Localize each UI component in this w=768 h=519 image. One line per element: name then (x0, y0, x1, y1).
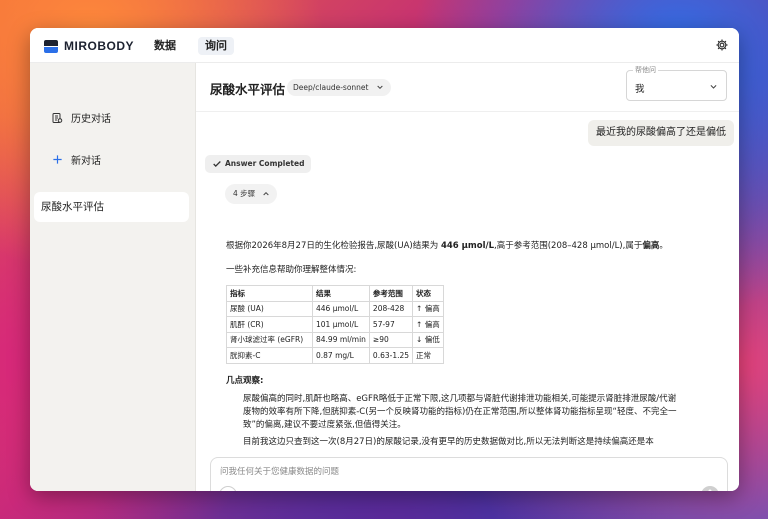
history-icon (50, 111, 64, 125)
check-icon (213, 161, 221, 167)
status-badge-label: Answer Completed (225, 159, 305, 168)
table-cell: 446 µmol/L (312, 300, 370, 317)
table-cell: 正常 (412, 347, 444, 364)
table-header: 指标 (226, 285, 313, 302)
model-name: Deep/claude-sonnet (293, 83, 369, 92)
table-cell: ↑ 偏高 (412, 300, 444, 317)
table-cell: 肌酐 (CR) (226, 316, 313, 333)
user-message: 最近我的尿酸偏高了还是偏低 (588, 120, 734, 146)
logo-mark-icon (44, 39, 58, 53)
observations-title: 几点观察: (226, 376, 264, 386)
send-button[interactable] (701, 486, 719, 491)
table-cell: 0.63-1.25 (368, 347, 414, 364)
table-row: 肾小球滤过率 (eGFR) 84.99 ml/min ≥90 ↓ 偏低 (226, 331, 444, 348)
answer-intro-verdict: 偏高 (642, 241, 660, 251)
sidebar: 历史对话 新对话 尿酸水平评估 (30, 63, 196, 491)
plus-icon (50, 153, 64, 167)
table-row: 胱抑素-C 0.87 mg/L 0.63-1.25 正常 (226, 347, 444, 364)
table-cell: ↑ 偏高 (412, 316, 444, 333)
nav-ask[interactable]: 询问 (198, 37, 234, 55)
observation-paragraph: 尿酸偏高的同时,肌酐也略高、eGFR略低于正常下限,这几项都与肾脏代谢排泄功能相… (243, 394, 677, 430)
steps-label: 4 步骤 (233, 189, 256, 198)
table-cell: 胱抑素-C (226, 347, 313, 364)
table-cell: 尿酸 (UA) (226, 300, 313, 317)
status-badge: Answer Completed (205, 155, 312, 173)
answer-intro-text: 根据你2026年8月27日的生化检验报告,尿酸(UA)结果为 (226, 241, 441, 251)
chevron-down-icon (710, 85, 717, 89)
chevron-up-icon (263, 191, 269, 196)
nav-data[interactable]: 数据 (147, 37, 183, 55)
sidebar-history[interactable]: 历史对话 (50, 110, 111, 125)
answer-intro-end: 。 (659, 241, 668, 251)
table-header: 状态 (412, 285, 444, 302)
answer-intro-middle: ,高于参考范围(208–428 µmol/L),属于 (494, 241, 643, 251)
sidebar-new-chat-label: 新对话 (71, 156, 101, 167)
sidebar-conversation-item[interactable]: 尿酸水平评估 (34, 192, 189, 222)
answer-intro-value: 446 µmol/L (440, 241, 495, 251)
table-header: 参考范围 (368, 285, 414, 302)
table-cell: 208-428 (368, 300, 414, 317)
message-composer: 问我任何关于您健康数据的问题 (210, 457, 728, 491)
arrow-up-icon (708, 489, 712, 491)
ask-for-value: 我 (635, 84, 645, 95)
message-input[interactable]: 问我任何关于您健康数据的问题 (220, 465, 339, 477)
lab-results-table: 指标 结果 参考范围 状态 尿酸 (UA) 446 µmol/L 208-428… (226, 285, 444, 364)
steps-toggle[interactable]: 4 步骤 (225, 184, 278, 204)
answer-intro: 根据你2026年8月27日的生化检验报告,尿酸(UA)结果为 446 µmol/… (226, 239, 668, 251)
answer-supplement: 一些补充信息帮助你理解整体情况: (226, 265, 357, 275)
table-header-row: 指标 结果 参考范围 状态 (226, 285, 444, 302)
logo[interactable]: MIROBODY (44, 39, 134, 53)
table-row: 肌酐 (CR) 101 µmol/L 57-97 ↑ 偏高 (226, 316, 444, 333)
sidebar-new-chat[interactable]: 新对话 (50, 152, 101, 167)
table-cell: ↓ 偏低 (412, 331, 444, 348)
table-cell: 101 µmol/L (312, 316, 370, 333)
app-window: MIROBODY 数据 询问 历史对话 新对话 尿酸水平评估 尿酸水平评估 De… (30, 28, 739, 491)
brand-name: MIROBODY (64, 39, 134, 53)
table-cell: 0.87 mg/L (312, 347, 370, 364)
main-panel: 尿酸水平评估 Deep/claude-sonnet 帮他问 我 最近我的尿酸偏高… (196, 63, 739, 491)
table-cell: 57-97 (368, 316, 414, 333)
ask-for-select[interactable]: 帮他问 我 (626, 65, 727, 101)
model-selector[interactable]: Deep/claude-sonnet (287, 79, 391, 96)
table-cell: 肾小球滤过率 (eGFR) (226, 331, 313, 348)
table-cell: 84.99 ml/min (312, 331, 370, 348)
sidebar-history-label: 历史对话 (71, 114, 111, 125)
chevron-down-icon (376, 85, 383, 90)
page-title: 尿酸水平评估 (210, 82, 286, 97)
observation-paragraph: 目前我这边只查到这一次(8月27日)的尿酸记录,没有更早的历史数据做对比,所以无… (243, 437, 654, 447)
table-cell: ≥90 (368, 331, 414, 348)
top-bar: MIROBODY 数据 询问 (30, 28, 739, 63)
attach-button[interactable] (219, 486, 237, 491)
table-header: 结果 (312, 285, 370, 302)
gear-icon[interactable] (715, 38, 729, 52)
table-row: 尿酸 (UA) 446 µmol/L 208-428 ↑ 偏高 (226, 300, 444, 317)
ask-for-label: 帮他问 (633, 65, 658, 75)
plus-icon (220, 487, 236, 491)
chat-header: 尿酸水平评估 Deep/claude-sonnet 帮他问 我 (196, 63, 739, 112)
